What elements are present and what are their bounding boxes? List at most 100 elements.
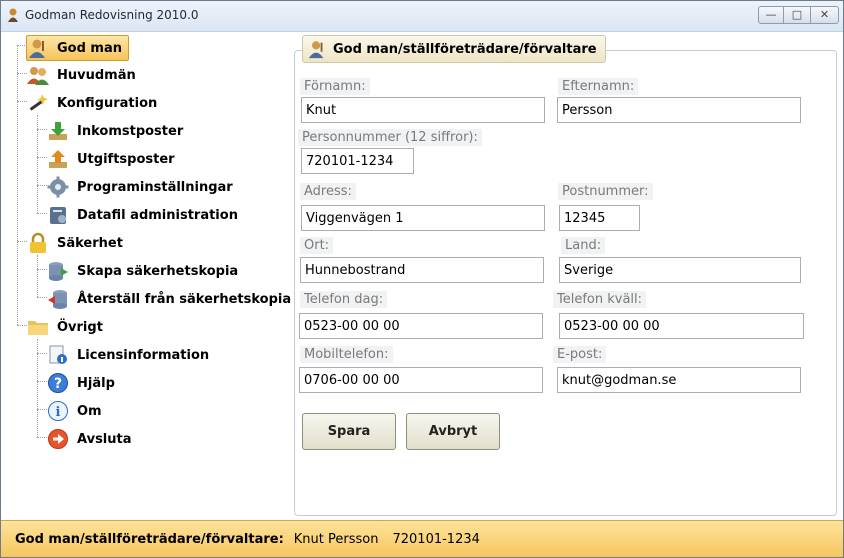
personnummer-label: Personnummer (12 siffror): xyxy=(298,129,482,146)
svg-text:?: ? xyxy=(54,376,62,392)
tree-item-label: Licensinformation xyxy=(77,347,210,363)
personnummer-field[interactable] xyxy=(301,148,414,174)
close-icon: ✕ xyxy=(819,8,830,21)
status-bar: God man/ställföreträdare/förvaltare: Knu… xyxy=(1,520,843,557)
fornamn-label: Förnamn: xyxy=(300,78,370,95)
status-personnummer: 720101-1234 xyxy=(392,532,480,547)
tree-item-konfiguration[interactable]: Konfiguration xyxy=(27,91,157,115)
tree-item-label: Övrigt xyxy=(57,319,103,335)
tree-item-licensinformation[interactable]: Licensinformation xyxy=(47,343,209,367)
ort-field[interactable] xyxy=(300,257,544,283)
tree-line xyxy=(37,381,47,382)
minimize-button[interactable]: — xyxy=(758,6,784,24)
cancel-button[interactable]: Avbryt xyxy=(406,413,500,450)
telefon-dag-field[interactable] xyxy=(299,313,543,339)
tree-line xyxy=(17,325,27,326)
tree-item-label: Om xyxy=(77,403,102,419)
app-logo-icon xyxy=(8,8,18,22)
lock-icon xyxy=(30,232,46,253)
info-icon: i xyxy=(48,401,68,421)
form-group-title: God man/ställföreträdare/förvaltare xyxy=(302,35,606,63)
app-window: Godman Redovisning 2010.0 — □ ✕ God man xyxy=(0,0,844,558)
tree-line xyxy=(37,437,47,438)
folder-icon xyxy=(28,321,48,335)
license-icon xyxy=(49,345,67,364)
adress-label: Adress: xyxy=(300,183,356,200)
backup-restore-icon xyxy=(48,290,67,309)
close-button[interactable]: ✕ xyxy=(811,6,839,24)
tree-line xyxy=(17,241,27,242)
tree-item-hjalp[interactable]: ? Hjälp xyxy=(47,371,115,395)
user-icon xyxy=(308,41,324,59)
tree-item-label: Avsluta xyxy=(77,431,132,447)
download-icon xyxy=(49,122,67,140)
tree-line xyxy=(37,353,47,354)
land-label: Land: xyxy=(561,237,606,254)
tree-item-label: Skapa säkerhetskopia xyxy=(77,263,239,279)
tree-item-label: Programinställningar xyxy=(77,179,233,195)
users-icon xyxy=(27,67,49,85)
tree-line xyxy=(37,297,47,298)
mobiltelefon-label: Mobiltelefon: xyxy=(300,346,393,363)
tree-line xyxy=(37,269,47,270)
title-bar[interactable]: Godman Redovisning 2010.0 — □ ✕ xyxy=(1,1,843,32)
tree-item-label: Återställ från säkerhetskopia xyxy=(77,291,292,307)
tree-item-sakerhet[interactable]: Säkerhet xyxy=(27,231,123,255)
tree-item-utgiftsposter[interactable]: Utgiftsposter xyxy=(47,147,175,171)
status-name: Knut Persson xyxy=(293,532,379,547)
tree-item-label: God man xyxy=(57,40,123,56)
tree-item-avsluta[interactable]: Avsluta xyxy=(47,427,132,451)
user-icon xyxy=(29,39,45,58)
minimize-icon: — xyxy=(765,8,777,21)
tree-item-label: Konfiguration xyxy=(57,95,158,111)
land-field[interactable] xyxy=(559,257,801,283)
tree-line xyxy=(37,185,47,186)
efternamn-field[interactable] xyxy=(557,97,801,123)
tree-item-label: Huvudmän xyxy=(57,67,136,83)
status-label: God man/ställföreträdare/förvaltare: xyxy=(15,532,284,547)
wand-icon xyxy=(29,94,48,111)
backup-create-icon xyxy=(49,262,68,281)
efternamn-label: Efternamn: xyxy=(558,78,639,95)
fornamn-field[interactable] xyxy=(301,97,545,123)
tree-item-inkomstposter[interactable]: Inkomstposter xyxy=(47,119,183,143)
epost-field[interactable] xyxy=(557,367,801,393)
tree-line xyxy=(37,255,38,297)
gear-icon xyxy=(47,176,69,198)
tree-item-huvudman[interactable]: Huvudmän xyxy=(27,63,136,87)
maximize-button[interactable]: □ xyxy=(784,6,811,24)
tree-item-aterstall-sakerhetskopia[interactable]: Återställ från säkerhetskopia xyxy=(47,287,291,311)
tree-line xyxy=(37,129,47,130)
tree-item-programinstallningar[interactable]: Programinställningar xyxy=(47,175,233,199)
navigation-tree: God man Huvudmän Konfiguration Inkomstpo… xyxy=(1,31,291,516)
svg-text:i: i xyxy=(56,405,61,420)
tree-item-om[interactable]: i Om xyxy=(47,399,102,423)
tree-item-skapa-sakerhetskopia[interactable]: Skapa säkerhetskopia xyxy=(47,259,238,283)
ort-label: Ort: xyxy=(300,237,334,254)
database-icon xyxy=(50,207,66,224)
tree-item-god-man[interactable]: God man xyxy=(26,35,130,61)
exit-icon xyxy=(48,429,68,449)
telefon-kvall-field[interactable] xyxy=(559,313,804,339)
save-button[interactable]: Spara xyxy=(302,413,396,450)
maximize-icon: □ xyxy=(791,8,803,21)
tree-line xyxy=(37,409,47,410)
upload-icon xyxy=(49,150,67,168)
tree-item-label: Utgiftsposter xyxy=(77,151,175,167)
tree-line xyxy=(37,157,47,158)
tree-item-label: Inkomstposter xyxy=(77,123,184,139)
postnummer-label: Postnummer: xyxy=(558,183,653,200)
help-icon: ? xyxy=(48,373,68,393)
tree-item-ovrigt[interactable]: Övrigt xyxy=(27,315,103,339)
tree-item-datafil-administration[interactable]: Datafil administration xyxy=(47,203,238,227)
tree-item-label: Säkerhet xyxy=(57,235,123,251)
mobiltelefon-field[interactable] xyxy=(299,367,543,393)
postnummer-field[interactable] xyxy=(559,205,640,231)
tree-line xyxy=(17,73,27,74)
adress-field[interactable] xyxy=(301,205,545,231)
telefon-dag-label: Telefon dag: xyxy=(300,291,388,308)
window-title: Godman Redovisning 2010.0 xyxy=(25,8,199,22)
telefon-kvall-label: Telefon kväll: xyxy=(553,291,647,308)
form-group-title-text: God man/ställföreträdare/förvaltare xyxy=(333,41,597,57)
tree-item-label: Hjälp xyxy=(77,375,115,391)
